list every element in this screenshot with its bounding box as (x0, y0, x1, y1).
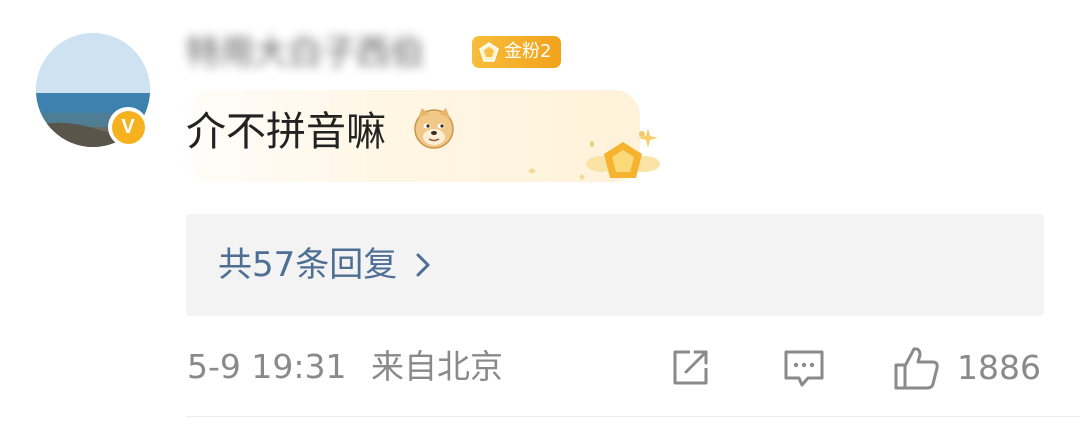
replies-panel[interactable]: 共57条回复 (186, 214, 1044, 316)
repost-icon (673, 350, 708, 385)
verified-badge: V (108, 107, 148, 147)
comment-icon (784, 350, 824, 387)
chevron-right-icon (416, 253, 430, 277)
view-replies-link[interactable]: 共57条回复 (218, 242, 433, 288)
username[interactable]: 特用大白子西伯 (186, 30, 424, 76)
comment-text: 介不拼音嘛 (186, 109, 386, 155)
comment-meta: 5-9 19:31 来自北京 (187, 344, 503, 390)
thumbs-up-icon (894, 347, 939, 390)
reply-button[interactable] (782, 345, 826, 391)
timestamp: 5-9 19:31 (187, 347, 347, 386)
verified-icon: V (111, 110, 145, 144)
fan-badge-label: 金粉2 (504, 41, 552, 62)
gem-icon (479, 42, 499, 62)
doge-emoji-icon (414, 108, 454, 149)
fan-level-badge[interactable]: 金粉2 (472, 36, 562, 68)
bubble-decoration-icon (528, 128, 660, 180)
repost-button[interactable] (668, 345, 712, 391)
like-button[interactable]: 1886 (893, 345, 1041, 391)
like-count: 1886 (957, 348, 1041, 387)
divider (186, 416, 1080, 417)
reply-count-label: 共57条回复 (218, 245, 398, 285)
location: 来自北京 (371, 347, 503, 386)
